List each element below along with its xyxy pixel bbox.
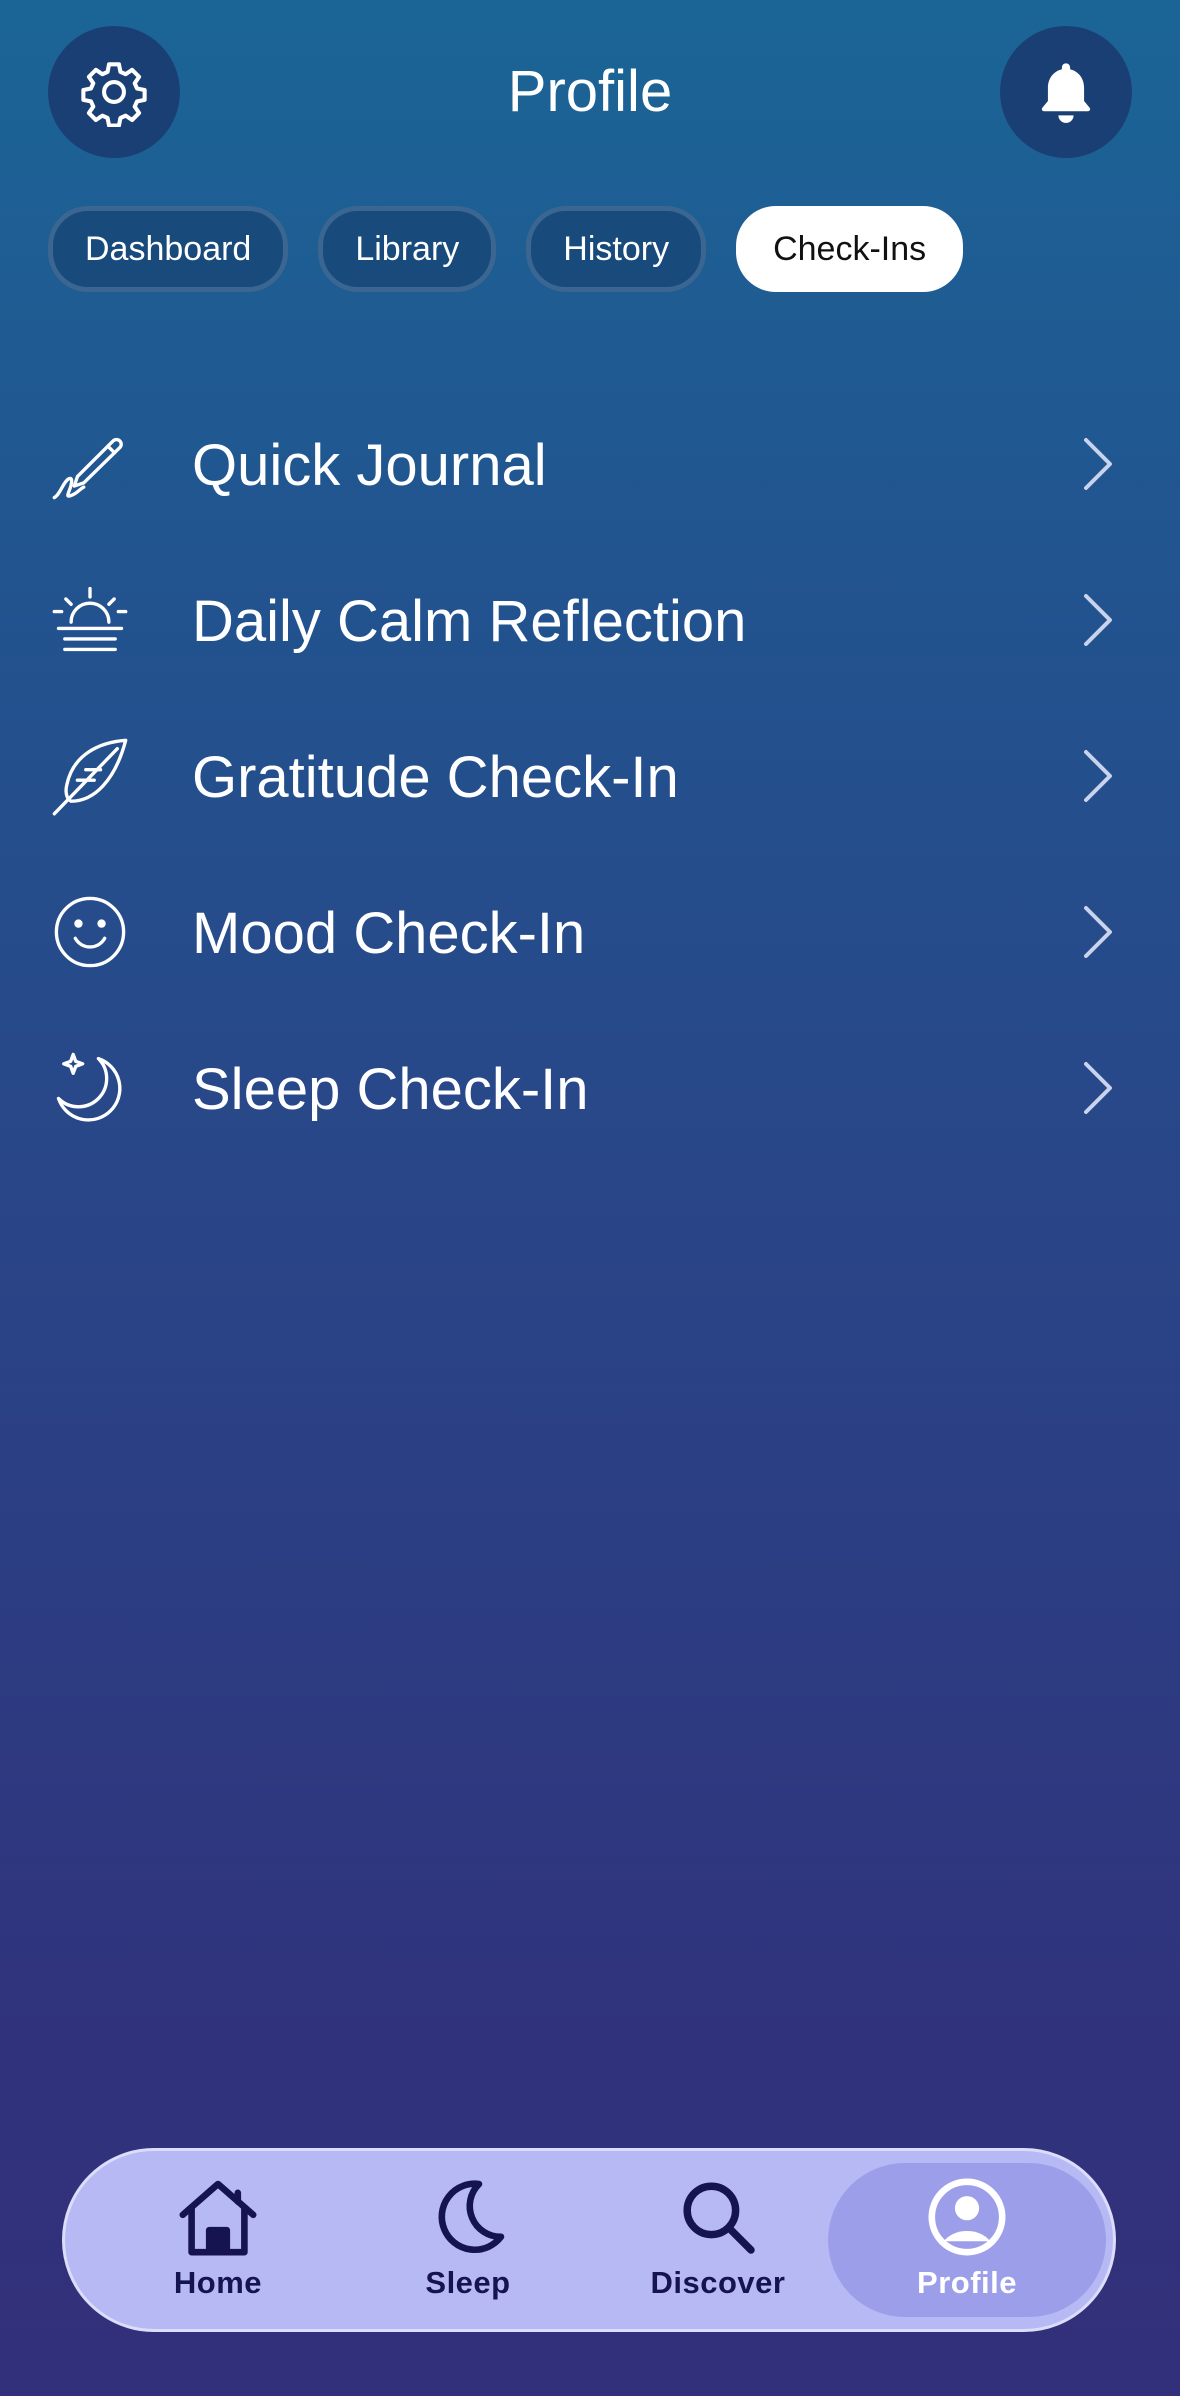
feather-icon xyxy=(52,738,128,816)
nav-home[interactable]: Home xyxy=(103,2163,333,2317)
nav-discover[interactable]: Discover xyxy=(603,2163,833,2317)
tab-check-ins[interactable]: Check-Ins xyxy=(736,206,964,292)
nav-label: Home xyxy=(173,2265,263,2300)
list-item-quick-journal[interactable]: Quick Journal xyxy=(0,384,1180,540)
list-item-label: Mood Check-In xyxy=(192,901,586,966)
pencil-icon xyxy=(52,437,123,500)
nav-label: Discover xyxy=(650,2265,786,2300)
list-item-mood-check-in[interactable]: Mood Check-In xyxy=(0,852,1180,1008)
nav-label: Profile xyxy=(917,2265,1017,2300)
sunrise-icon xyxy=(52,586,128,652)
nav-label: Sleep xyxy=(425,2265,511,2300)
moon-sparkle-icon xyxy=(56,1052,122,1122)
nav-sleep[interactable]: Sleep xyxy=(353,2163,583,2317)
moon-icon xyxy=(438,2180,505,2253)
smiley-icon xyxy=(54,896,126,968)
bell-icon xyxy=(1041,63,1091,123)
chevron-right-icon xyxy=(1084,1062,1112,1114)
list-item-label: Sleep Check-In xyxy=(192,1057,589,1122)
chevron-right-icon xyxy=(1084,438,1112,490)
check-in-list: Quick Journal Daily Calm Reflection Grat… xyxy=(0,384,1180,1164)
list-item-daily-calm-reflection[interactable]: Daily Calm Reflection xyxy=(0,540,1180,696)
bottom-nav: Home Sleep Discover Profile xyxy=(62,2148,1116,2332)
user-icon xyxy=(928,2178,1006,2256)
home-icon xyxy=(179,2180,257,2256)
list-item-gratitude-check-in[interactable]: Gratitude Check-In xyxy=(0,696,1180,852)
tab-history[interactable]: History xyxy=(526,206,707,292)
list-item-label: Gratitude Check-In xyxy=(192,745,679,810)
header: Profile xyxy=(0,0,1180,190)
chevron-right-icon xyxy=(1084,594,1112,646)
tab-library[interactable]: Library xyxy=(318,206,497,292)
list-item-label: Quick Journal xyxy=(192,433,547,498)
list-item-label: Daily Calm Reflection xyxy=(192,589,747,654)
search-icon xyxy=(683,2182,755,2254)
chevron-right-icon xyxy=(1084,750,1112,802)
nav-profile[interactable]: Profile xyxy=(828,2163,1106,2317)
tab-bar: Dashboard Library History Check-Ins xyxy=(48,206,964,292)
tab-dashboard[interactable]: Dashboard xyxy=(48,206,289,292)
notifications-button[interactable] xyxy=(1000,26,1132,158)
list-item-sleep-check-in[interactable]: Sleep Check-In xyxy=(0,1008,1180,1164)
chevron-right-icon xyxy=(1084,906,1112,958)
